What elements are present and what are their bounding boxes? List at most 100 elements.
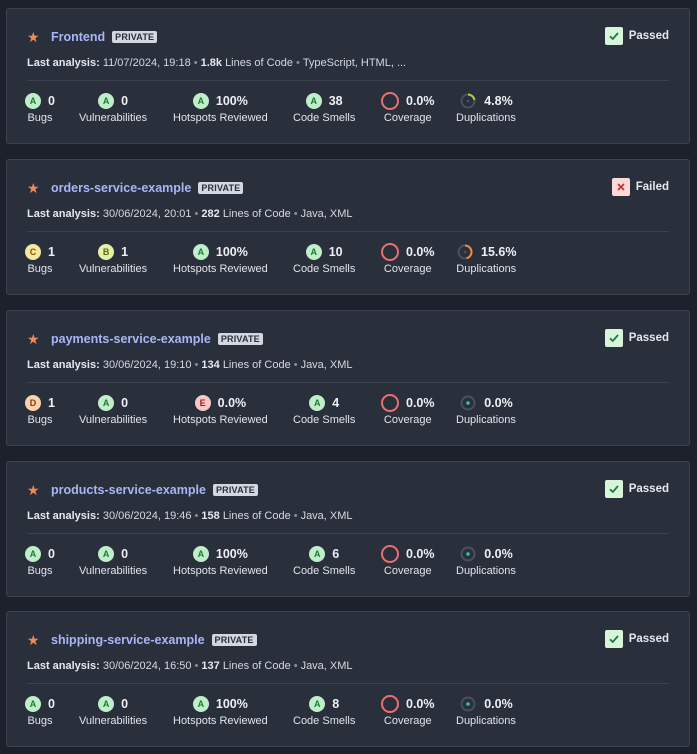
metric-label: Hotspots Reviewed <box>173 414 268 426</box>
metric-label: Bugs <box>27 565 53 577</box>
metric-value: 0 <box>121 547 129 561</box>
project-card: ★ payments-service-example PRIVATE Passe… <box>6 310 690 446</box>
metric-label: Vulnerabilities <box>79 112 148 124</box>
metric-vulns[interactable]: A0 Vulnerabilities <box>79 694 147 727</box>
metric-hotspots[interactable]: A 100% Hotspots Reviewed <box>173 544 268 577</box>
metric-bugs[interactable]: A0 Bugs <box>25 544 55 577</box>
project-name-link[interactable]: products-service-example <box>51 483 206 497</box>
metric-coverage[interactable]: 0.0% Coverage <box>381 544 435 577</box>
star-icon[interactable]: ★ <box>27 633 41 647</box>
analysis-meta: Last analysis: 11/07/2024, 19:18 • 1.8k Li… <box>27 57 406 69</box>
project-name-link[interactable]: Frontend <box>51 30 105 44</box>
divider <box>27 533 669 534</box>
metric-vulns[interactable]: A0 Vulnerabilities <box>79 544 147 577</box>
metric-hotspots[interactable]: A 100% Hotspots Reviewed <box>173 242 268 275</box>
metric-hotspots[interactable]: A 100% Hotspots Reviewed <box>173 694 268 727</box>
metric-label: Coverage <box>383 715 432 727</box>
rating-badge: A <box>192 244 209 260</box>
metric-label: Duplications <box>456 414 516 426</box>
metric-value: 10 <box>328 245 343 259</box>
close-icon <box>611 178 630 196</box>
metric-label: Bugs <box>27 263 53 275</box>
metric-smells[interactable]: A4 Code Smells <box>293 393 355 426</box>
metric-dup[interactable]: 0.0% Duplications <box>456 393 516 426</box>
metric-vulns[interactable]: A0 Vulnerabilities <box>79 393 147 426</box>
metric-coverage[interactable]: 0.0% Coverage <box>381 694 435 727</box>
check-icon <box>604 329 623 347</box>
metric-bugs[interactable]: D1 Bugs <box>25 393 55 426</box>
quality-gate-status: Passed <box>604 480 669 498</box>
project-name-link[interactable]: payments-service-example <box>51 332 211 346</box>
separator-dot: • <box>194 208 199 220</box>
card-header: ★ products-service-example PRIVATE Passe… <box>27 480 669 500</box>
meta-loc: 158 <box>201 510 220 522</box>
coverage-ring-icon <box>381 243 399 261</box>
duplication-donut-icon <box>460 696 476 712</box>
metric-value: 0 <box>121 697 129 711</box>
project-card: ★ products-service-example PRIVATE Passe… <box>6 461 690 597</box>
metric-dup[interactable]: 15.6% Duplications <box>456 242 516 275</box>
meta-loc: 282 <box>201 208 220 220</box>
metric-value: 0 <box>121 94 129 108</box>
rating-badge: E <box>194 395 211 411</box>
metric-bugs[interactable]: C1 Bugs <box>25 242 55 275</box>
analysis-meta: Last analysis: 30/06/2024, 16:50 • 137 Lin… <box>27 660 353 672</box>
metric-dup[interactable]: 4.8% Duplications <box>456 91 516 124</box>
metric-coverage[interactable]: 0.0% Coverage <box>381 393 435 426</box>
divider <box>27 231 669 232</box>
metric-label: Coverage <box>383 565 432 577</box>
metric-label: Code Smells <box>293 565 356 577</box>
rating-badge: D <box>25 395 41 411</box>
metric-hotspots[interactable]: E 0.0% Hotspots Reviewed <box>173 393 268 426</box>
metric-vulns[interactable]: B1 Vulnerabilities <box>79 242 147 275</box>
metric-bugs[interactable]: A0 Bugs <box>25 91 55 124</box>
metric-hotspots[interactable]: A 100% Hotspots Reviewed <box>173 91 268 124</box>
metric-value: 0 <box>121 396 129 410</box>
metric-value: 4 <box>332 396 340 410</box>
metric-dup[interactable]: 0.0% Duplications <box>456 544 516 577</box>
metric-label: Bugs <box>27 715 53 727</box>
metric-label: Hotspots Reviewed <box>173 565 268 577</box>
card-header: ★ payments-service-example PRIVATE Passe… <box>27 329 669 349</box>
metric-label: Coverage <box>383 414 432 426</box>
metric-value: 100% <box>215 94 248 108</box>
rating-badge: A <box>192 696 209 712</box>
separator-dot: • <box>293 208 298 220</box>
metric-value: 0.0% <box>406 396 435 410</box>
meta-label: Last analysis: <box>27 57 100 69</box>
meta-languages: Java, XML <box>300 359 353 371</box>
duplication-donut-icon <box>457 244 473 260</box>
separator-dot: • <box>293 660 298 672</box>
card-header: ★ Frontend PRIVATE Passed <box>27 27 669 47</box>
rating-badge: A <box>98 546 115 562</box>
metric-value: 0 <box>48 697 55 711</box>
metric-coverage[interactable]: 0.0% Coverage <box>381 91 435 124</box>
meta-label: Last analysis: <box>27 510 100 522</box>
metric-smells[interactable]: A 38 Code Smells <box>293 91 355 124</box>
star-icon[interactable]: ★ <box>27 181 41 195</box>
metric-coverage[interactable]: 0.0% Coverage <box>381 242 435 275</box>
separator-dot: • <box>194 510 199 522</box>
metric-dup[interactable]: 0.0% Duplications <box>456 694 516 727</box>
metric-value: 38 <box>328 94 343 108</box>
coverage-ring-icon <box>381 92 399 110</box>
project-name-link[interactable]: shipping-service-example <box>51 633 205 647</box>
metric-vulns[interactable]: A0 Vulnerabilities <box>79 91 147 124</box>
project-name-link[interactable]: orders-service-example <box>51 181 191 195</box>
metric-bugs[interactable]: A0 Bugs <box>25 694 55 727</box>
metric-value: 100% <box>215 245 248 259</box>
metric-label: Duplications <box>456 112 516 124</box>
analysis-meta: Last analysis: 30/06/2024, 19:10 • 134 Lin… <box>27 359 353 371</box>
divider <box>27 683 669 684</box>
star-icon[interactable]: ★ <box>27 30 41 44</box>
rating-badge: A <box>25 546 41 562</box>
private-badge: PRIVATE <box>211 634 257 646</box>
star-icon[interactable]: ★ <box>27 483 41 497</box>
star-icon[interactable]: ★ <box>27 332 41 346</box>
rating-badge: A <box>309 696 326 712</box>
metric-smells[interactable]: A 10 Code Smells <box>293 242 355 275</box>
quality-gate-status: Passed <box>604 27 669 45</box>
metric-smells[interactable]: A8 Code Smells <box>293 694 355 727</box>
metric-smells[interactable]: A6 Code Smells <box>293 544 355 577</box>
rating-badge: A <box>25 93 41 109</box>
